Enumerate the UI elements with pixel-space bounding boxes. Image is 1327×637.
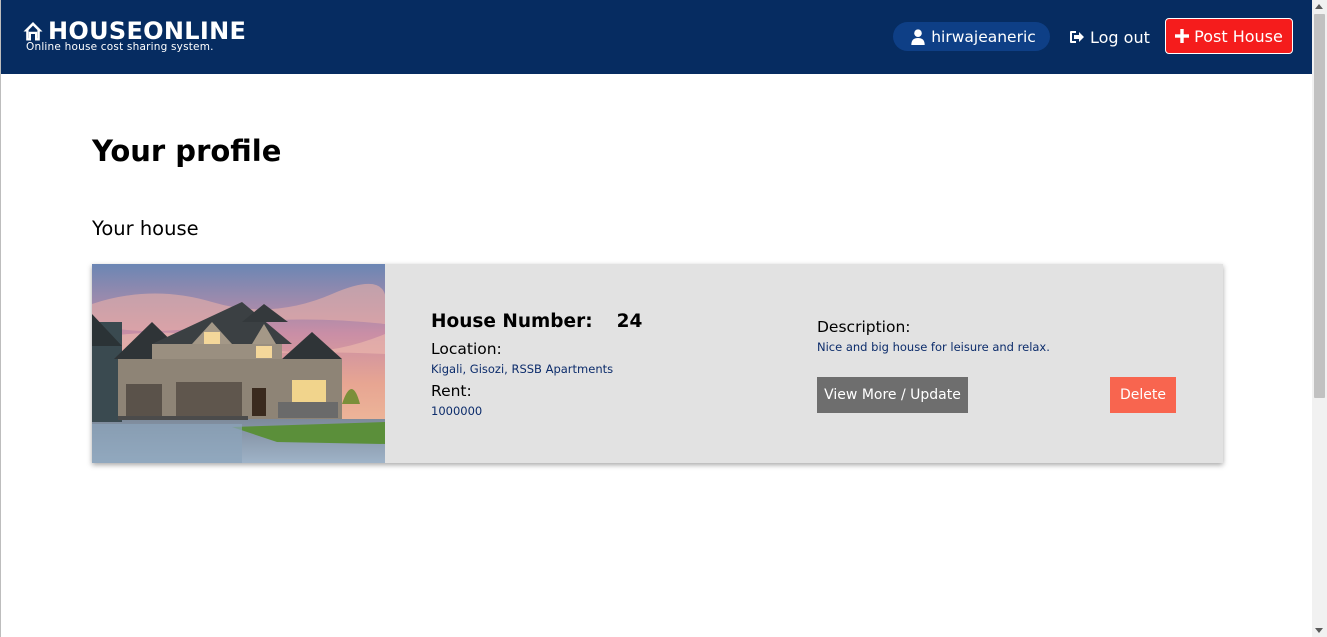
location-label: Location: [431,340,502,358]
description-value: Nice and big house for leisure and relax… [817,340,1050,354]
brand-tagline: Online house cost sharing system. [26,41,214,53]
description-label: Description: [817,318,911,336]
house-number-label: House Number: [431,311,593,332]
scroll-down-arrow-icon[interactable] [1315,628,1323,633]
user-profile-button[interactable]: hirwajeaneric [893,22,1050,51]
scrollbar-thumb[interactable] [1314,14,1325,398]
house-card: House Number: 24 Location: Kigali, Gisoz… [92,264,1223,463]
house-icon [23,22,43,41]
top-navbar: HOUSEONLINE Online house cost sharing sy… [1,0,1312,74]
rent-label: Rent: [431,382,472,400]
section-title: Your house [92,217,199,240]
vertical-scrollbar[interactable] [1312,0,1327,637]
plus-icon [1175,29,1190,43]
scroll-up-arrow-icon[interactable] [1315,4,1323,9]
username-label: hirwajeaneric [931,27,1036,46]
brand-logo[interactable]: HOUSEONLINE Online house cost sharing sy… [22,17,246,53]
view-update-button[interactable]: View More / Update [817,377,968,413]
page-viewport: HOUSEONLINE Online house cost sharing sy… [0,0,1312,637]
page-title: Your profile [92,134,282,168]
logout-link[interactable]: Log out [1069,25,1150,49]
location-value: Kigali, Gisozi, RSSB Apartments [431,362,614,376]
user-icon [911,28,925,45]
house-number-value: 24 [616,311,643,332]
sign-out-icon [1070,31,1084,43]
rent-value: 1000000 [431,404,483,418]
delete-button[interactable]: Delete [1110,377,1176,413]
logout-label: Log out [1090,27,1150,47]
house-image [92,264,385,463]
post-house-label: Post House [1194,26,1283,46]
house-number-row: House Number: 24 [431,311,642,332]
post-house-button[interactable]: Post House [1165,18,1293,54]
